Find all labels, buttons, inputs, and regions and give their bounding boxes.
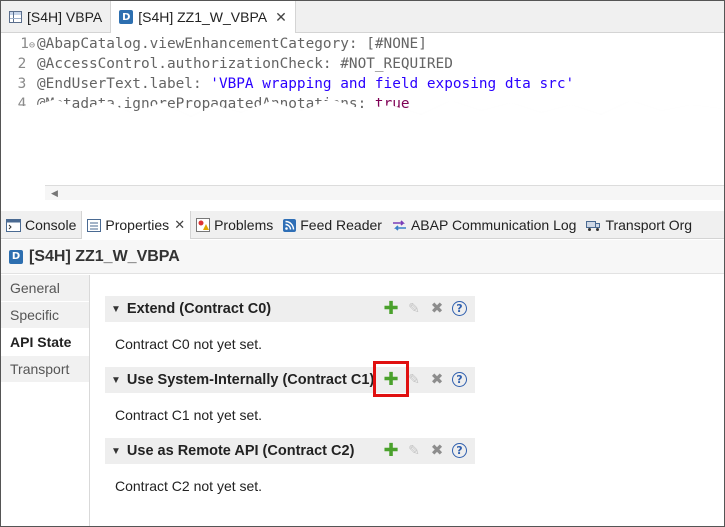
horizontal-scrollbar[interactable]: ◀: [45, 185, 724, 200]
tab-label: Problems: [214, 217, 274, 233]
editor-tab-label: [S4H] ZZ1_W_VBPA: [138, 9, 268, 25]
line-number: 1⊖: [20, 36, 35, 52]
tab-label: Console: [25, 217, 77, 233]
view-tab-bar: Console Properties ✕ Problems Feed Reade…: [1, 211, 724, 239]
api-state-content: ▼ Extend (Contract C0) ✚ ✎ ✖ ? Contract …: [91, 275, 724, 526]
section-actions: ✚ ✎ ✖ ?: [373, 361, 467, 397]
add-icon[interactable]: ✚: [373, 361, 409, 397]
page-title: [S4H] ZZ1_W_VBPA: [29, 247, 180, 265]
code-line: 3 @EndUserText.label: 'VBPA wrapping and…: [1, 74, 724, 94]
section-use-as-remote-api: ▼ Use as Remote API (Contract C2) ✚ ✎ ✖ …: [105, 438, 475, 494]
section-use-system-internally: ▼ Use System-Internally (Contract C1) ✚ …: [105, 361, 475, 423]
tab-feed-reader[interactable]: Feed Reader: [278, 211, 387, 239]
tab-problems[interactable]: Problems: [191, 211, 278, 239]
code-text: @AbapCatalog.viewEnhancementCategory: [#…: [37, 36, 427, 52]
sidebar-item-specific[interactable]: Specific: [1, 302, 89, 329]
line-number: 3: [17, 76, 27, 92]
add-icon[interactable]: ✚: [383, 441, 399, 459]
collapse-triangle-icon[interactable]: ▼: [111, 375, 121, 386]
editor-tab-zz1-w-vbpa[interactable]: D [S4H] ZZ1_W_VBPA ✕: [110, 1, 296, 33]
tab-label: Transport Org: [605, 217, 693, 233]
code-text: @EndUserText.label: 'VBPA wrapping and f…: [37, 76, 575, 92]
tab-console[interactable]: Console: [1, 211, 81, 239]
scroll-left-icon[interactable]: ◀: [51, 188, 58, 199]
section-title: Use as Remote API (Contract C2): [126, 443, 355, 459]
delete-icon[interactable]: ✖: [429, 442, 445, 459]
fold-toggle-icon[interactable]: ⊖: [29, 40, 35, 51]
section-extend: ▼ Extend (Contract C0) ✚ ✎ ✖ ? Contract …: [105, 296, 475, 352]
section-message: Contract C2 not yet set.: [115, 478, 263, 494]
properties-icon: [87, 218, 102, 232]
transport-icon: [586, 219, 601, 232]
sidebar-item-transport[interactable]: Transport: [1, 356, 89, 383]
close-icon[interactable]: ✕: [275, 9, 287, 26]
close-icon[interactable]: ✕: [174, 217, 185, 233]
section-header[interactable]: ▼ Extend (Contract C0) ✚ ✎ ✖ ?: [105, 296, 475, 322]
edit-icon[interactable]: ✎: [406, 300, 422, 316]
sidebar-item-general[interactable]: General: [1, 275, 89, 302]
collapse-triangle-icon[interactable]: ▼: [111, 446, 121, 457]
collapse-triangle-icon[interactable]: ▼: [111, 304, 121, 315]
edit-icon[interactable]: ✎: [406, 371, 422, 387]
tab-label: Feed Reader: [300, 217, 382, 233]
sidebar-item-api-state[interactable]: API State: [1, 329, 89, 356]
section-header[interactable]: ▼ Use as Remote API (Contract C2) ✚ ✎ ✖ …: [105, 438, 475, 464]
section-message: Contract C1 not yet set.: [115, 407, 263, 423]
tab-abap-communication-log[interactable]: ABAP Communication Log: [387, 211, 582, 239]
feed-icon: [283, 218, 297, 232]
tab-properties[interactable]: Properties ✕: [81, 211, 192, 239]
string-literal: 'VBPA wrapping and field exposing dta sr…: [210, 76, 575, 92]
console-icon: [6, 218, 21, 232]
help-icon[interactable]: ?: [452, 300, 467, 316]
help-icon[interactable]: ?: [452, 442, 467, 458]
line-number: 2: [17, 56, 27, 72]
eclipse-window: [S4H] VBPA D [S4H] ZZ1_W_VBPA ✕ 1⊖ @Abap…: [0, 0, 725, 527]
ddl-source-icon: D: [9, 249, 23, 264]
editor-tab-label: [S4H] VBPA: [27, 9, 103, 25]
code-line: 1⊖ @AbapCatalog.viewEnhancementCategory:…: [1, 34, 724, 54]
code-text: @AccessControl.authorizationCheck: #NOT_…: [37, 56, 453, 72]
editor-tab-bar: [S4H] VBPA D [S4H] ZZ1_W_VBPA ✕: [1, 1, 724, 33]
torn-edge: [1, 99, 724, 167]
tab-transport-organizer[interactable]: Transport Org: [581, 211, 697, 239]
problems-icon: [196, 218, 211, 232]
delete-icon[interactable]: ✖: [429, 371, 445, 388]
section-actions: ✚ ✎ ✖ ?: [383, 441, 467, 459]
editor-tab-vbpa[interactable]: [S4H] VBPA: [1, 1, 110, 33]
section-message: Contract C0 not yet set.: [115, 336, 263, 352]
section-title: Extend (Contract C0): [126, 301, 272, 317]
section-header[interactable]: ▼ Use System-Internally (Contract C1) ✚ …: [105, 361, 475, 397]
tab-label: ABAP Communication Log: [410, 217, 577, 233]
ddl-source-icon: D: [119, 10, 134, 24]
code-line: 2 @AccessControl.authorizationCheck: #NO…: [1, 54, 724, 74]
properties-header: D [S4H] ZZ1_W_VBPA: [1, 240, 724, 274]
properties-sidebar: General Specific API State Transport: [1, 275, 90, 526]
section-title: Use System-Internally (Contract C1): [126, 372, 375, 388]
edit-icon[interactable]: ✎: [406, 442, 422, 458]
table-icon: [9, 11, 22, 23]
tab-label: Properties: [105, 217, 170, 233]
communication-log-icon: [392, 219, 407, 232]
section-actions: ✚ ✎ ✖ ?: [383, 299, 467, 317]
help-icon[interactable]: ?: [452, 371, 467, 387]
add-icon[interactable]: ✚: [383, 299, 399, 317]
delete-icon[interactable]: ✖: [429, 300, 445, 317]
